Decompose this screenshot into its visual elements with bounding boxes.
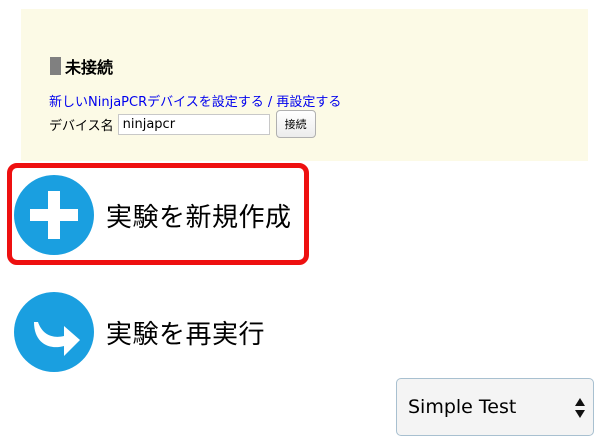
device-name-row: デバイス名 接続 — [49, 109, 316, 139]
up-down-arrows-icon — [575, 398, 585, 418]
experiment-select-value: Simple Test — [408, 396, 517, 418]
device-name-label: デバイス名 — [49, 118, 114, 134]
status-indicator — [50, 57, 61, 75]
new-experiment-button[interactable]: 実験を新規作成 — [14, 175, 292, 255]
experiment-select[interactable]: Simple Test — [396, 378, 594, 436]
plus-circle-icon — [14, 175, 94, 255]
rerun-experiment-label: 実験を再実行 — [106, 319, 266, 350]
connection-status: 未接続 — [50, 55, 113, 77]
connect-button[interactable]: 接続 — [275, 110, 316, 138]
redo-arrow-circle-icon — [14, 292, 94, 372]
rerun-experiment-button[interactable]: 実験を再実行 — [14, 292, 265, 372]
setup-device-link[interactable]: 新しいNinjaPCRデバイスを設定する / 再設定する — [49, 91, 341, 110]
device-name-input[interactable] — [117, 113, 270, 135]
new-experiment-label: 実験を新規作成 — [106, 202, 292, 233]
status-label: 未接続 — [65, 58, 114, 77]
